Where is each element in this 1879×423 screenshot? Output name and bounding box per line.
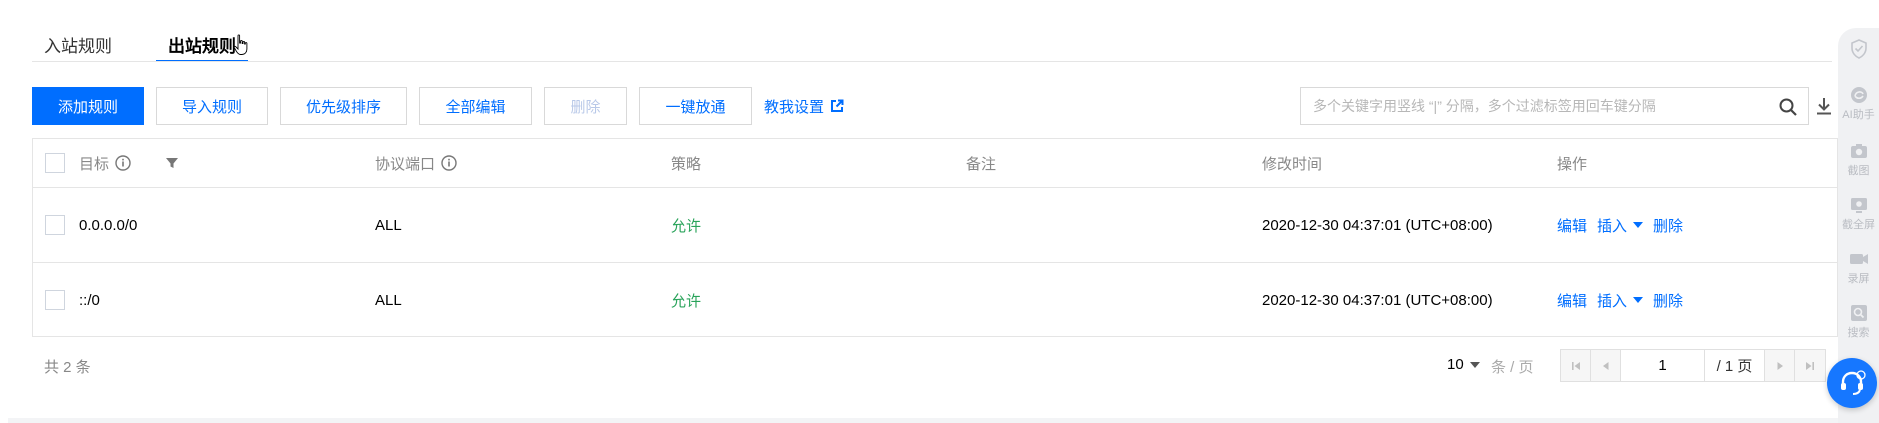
header-policy: 策略 (671, 155, 702, 173)
hand-cursor-icon (233, 34, 248, 55)
header-operations: 操作 (1557, 155, 1588, 173)
shield-button[interactable] (1838, 38, 1879, 60)
cell-operations: 编辑 插入 删除 (1557, 188, 1693, 262)
chevron-down-icon[interactable] (1633, 297, 1644, 303)
sidebar-item-label: AI助手 (1842, 109, 1875, 121)
add-rule-button[interactable]: 添加规则 (32, 87, 145, 125)
camera-icon (1850, 144, 1867, 158)
cell-target: 0.0.0.0/0 (79, 216, 138, 234)
cell-modified-time: 2020-12-30 04:37:01 (UTC+08:00) (1262, 291, 1493, 309)
next-page-button[interactable] (1765, 350, 1795, 381)
sidebar-item-label: 截全屏 (1842, 219, 1875, 231)
page-number-input[interactable] (1621, 350, 1705, 381)
info-icon[interactable] (115, 155, 131, 171)
download-icon[interactable] (1815, 96, 1833, 116)
chevron-down-icon[interactable] (1633, 222, 1644, 228)
row-checkbox[interactable] (45, 290, 65, 310)
table-row: ::/0 ALL 允许 2020-12-30 04:37:01 (UTC+08:… (33, 263, 1837, 337)
cell-target: ::/0 (79, 291, 100, 309)
header-target-label: 目标 (79, 155, 110, 173)
delete-rule-link[interactable]: 删除 (1653, 215, 1683, 236)
total-count: 共 2 条 (44, 359, 91, 376)
header-remark: 备注 (966, 155, 997, 173)
filter-icon[interactable] (165, 156, 179, 170)
rules-table: 目标 协议端口 策略 备注 修改时间 操作 0.0.0.0/0 ALL 允许 2… (32, 138, 1838, 337)
security-group-rules-page: 入站规则 出站规则 添加规则 导入规则 优先级排序 全部编辑 删除 一键放通 教… (0, 0, 1879, 423)
table-row: 0.0.0.0/0 ALL 允许 2020-12-30 04:37:01 (UT… (33, 188, 1837, 263)
cell-policy: 允许 (671, 217, 702, 235)
search-input[interactable] (1313, 98, 1773, 114)
tab-inbound-rules[interactable]: 入站规则 (32, 22, 124, 62)
allow-all-button[interactable]: 一键放通 (639, 87, 753, 125)
edit-all-button[interactable]: 全部编辑 (419, 87, 533, 125)
next-page-icon (1777, 361, 1783, 370)
sidebar-item-ai-assistant[interactable]: AI助手 (1838, 84, 1879, 122)
ai-assistant-icon (1850, 87, 1867, 103)
table-header-row: 目标 协议端口 策略 备注 修改时间 操作 (33, 139, 1837, 188)
chevron-down-icon (1469, 361, 1480, 368)
monitor-camera-icon (1850, 198, 1867, 213)
sidebar-item-label: 搜索 (1847, 327, 1870, 339)
header-port: 协议端口 (375, 139, 457, 187)
shield-icon (1850, 39, 1867, 59)
target-filter[interactable] (165, 139, 179, 187)
tutorial-link[interactable]: 教我设置 (764, 96, 844, 117)
prev-page-button[interactable] (1591, 350, 1621, 381)
search-icon[interactable] (1778, 97, 1798, 117)
pagination: / 1 页 (1560, 349, 1826, 382)
edit-rule-link[interactable]: 编辑 (1557, 215, 1587, 236)
last-page-button[interactable] (1795, 350, 1825, 381)
sidebar-item-fullscreen-capture[interactable]: 截全屏 (1838, 194, 1879, 232)
first-page-icon (1571, 361, 1580, 370)
insert-rule-link[interactable]: 插入 (1597, 215, 1627, 236)
last-page-icon (1806, 361, 1814, 370)
cell-policy: 允许 (671, 292, 702, 310)
external-link-icon (831, 99, 844, 112)
headset-icon (1841, 370, 1866, 395)
sidebar-item-label: 截图 (1847, 165, 1870, 177)
header-target: 目标 (79, 139, 131, 187)
import-rules-button[interactable]: 导入规则 (156, 87, 269, 125)
sidebar-item-record[interactable]: 录屏 (1838, 248, 1879, 286)
cell-modified-time: 2020-12-30 04:37:01 (UTC+08:00) (1262, 216, 1493, 234)
tutorial-link-label: 教我设置 (764, 98, 825, 116)
first-page-button[interactable] (1561, 350, 1591, 381)
per-page-label: 条 / 页 (1491, 359, 1534, 376)
header-modified-time: 修改时间 (1262, 155, 1323, 173)
insert-rule-link[interactable]: 插入 (1597, 290, 1627, 311)
page-size-select[interactable]: 10 (1447, 356, 1480, 373)
search-icon (1850, 305, 1867, 321)
cell-operations: 编辑 插入 删除 (1557, 263, 1693, 337)
sidebar-item-label: 录屏 (1847, 273, 1870, 285)
row-checkbox[interactable] (45, 215, 65, 235)
page-total: / 1 页 (1705, 350, 1765, 381)
select-all-checkbox[interactable] (45, 153, 65, 173)
customer-support-button[interactable] (1827, 358, 1877, 408)
cell-port: ALL (375, 291, 402, 309)
card-bottom-edge (8, 418, 1838, 423)
edit-rule-link[interactable]: 编辑 (1557, 290, 1587, 311)
info-icon[interactable] (441, 155, 457, 171)
prev-page-icon (1602, 361, 1608, 370)
sidebar-item-search[interactable]: 搜索 (1838, 302, 1879, 340)
search-box (1300, 87, 1809, 125)
priority-sort-button[interactable]: 优先级排序 (280, 87, 408, 125)
video-icon (1849, 254, 1868, 264)
header-port-label: 协议端口 (375, 155, 436, 173)
cell-port: ALL (375, 216, 402, 234)
sidebar-item-screenshot[interactable]: 截图 (1838, 140, 1879, 178)
page-size-value: 10 (1447, 356, 1464, 373)
delete-rule-link[interactable]: 删除 (1653, 290, 1683, 311)
delete-button[interactable]: 删除 (544, 87, 628, 125)
rules-toolbar: 添加规则 导入规则 优先级排序 全部编辑 删除 一键放通 教我设置 (32, 87, 844, 125)
tabs-divider (32, 61, 1832, 62)
